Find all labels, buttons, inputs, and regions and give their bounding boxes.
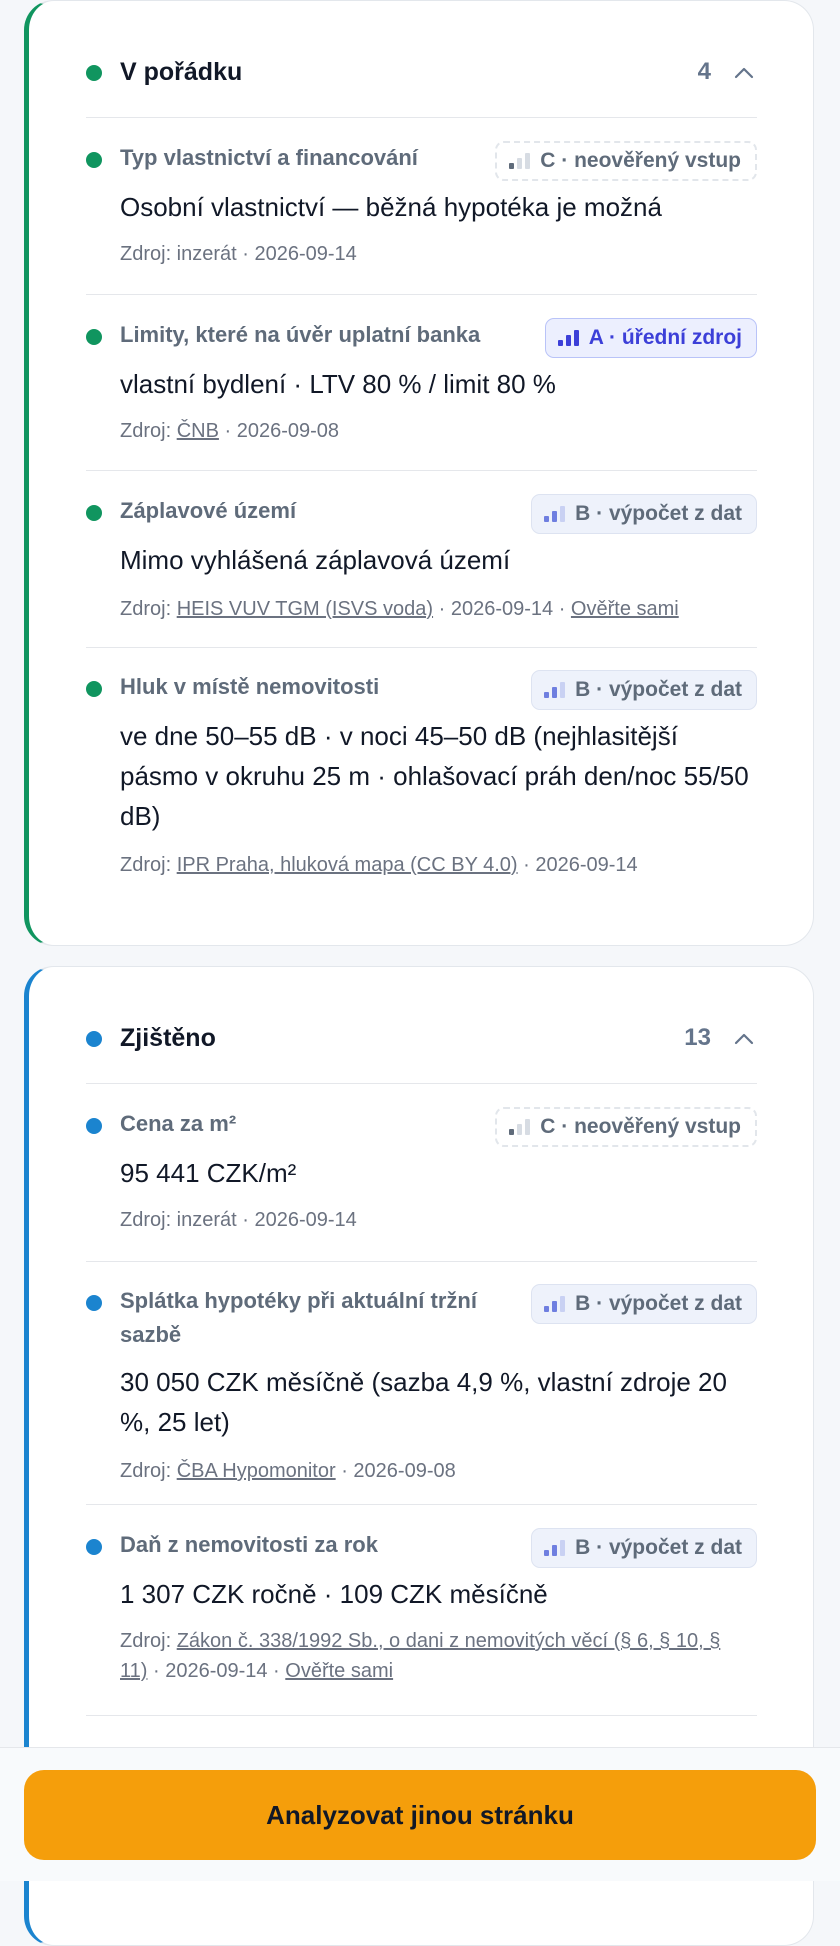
list-item: Záplavové území B · výpočet z dat Mimo v… bbox=[86, 494, 757, 624]
signal-bars-icon bbox=[544, 682, 566, 698]
item-source: Zdroj: IPR Praha, hluková mapa (CC BY 4.… bbox=[120, 850, 747, 880]
section-header[interactable]: Zjištěno 13 bbox=[86, 1011, 757, 1071]
confidence-badge: B · výpočet z dat bbox=[531, 670, 757, 710]
confidence-badge: A · úřední zdroj bbox=[544, 318, 757, 358]
confidence-badge: B · výpočet z dat bbox=[531, 1284, 757, 1324]
status-dot-ok bbox=[86, 681, 102, 697]
signal-bars-icon bbox=[544, 1540, 566, 1556]
source-text: Zdroj: bbox=[120, 1630, 177, 1652]
confidence-badge: B · výpočet z dat bbox=[531, 494, 757, 534]
badge-label: B · výpočet z dat bbox=[575, 502, 742, 525]
source-link[interactable]: ČNB bbox=[177, 420, 219, 442]
divider bbox=[86, 470, 757, 471]
item-source: Zdroj: ČNB · 2026-09-08 bbox=[120, 416, 747, 446]
item-value: vlastní bydlení · LTV 80 % / limit 80 % bbox=[120, 369, 556, 399]
item-value: Mimo vyhlášená záplavová území bbox=[120, 545, 511, 575]
item-label: Záplavové území bbox=[120, 498, 297, 523]
source-text: Zdroj: bbox=[120, 420, 177, 442]
source-text: Zdroj: bbox=[120, 854, 177, 876]
verify-link[interactable]: Ověřte sami bbox=[285, 1660, 393, 1682]
signal-bars-icon bbox=[509, 1119, 531, 1135]
source-text: Zdroj: inzerát · 2026-09-14 bbox=[120, 1209, 357, 1231]
item-value: ve dne 50–55 dB · v noci 45–50 dB (nejhl… bbox=[120, 721, 749, 831]
signal-bars-icon bbox=[544, 506, 566, 522]
section-count: 4 bbox=[697, 58, 711, 85]
source-text: Zdroj: bbox=[120, 598, 177, 620]
signal-bars-icon bbox=[509, 153, 531, 169]
item-source: Zdroj: inzerát · 2026-09-14 bbox=[120, 1205, 747, 1235]
section-title: Zjištěno bbox=[120, 1024, 216, 1052]
status-dot-found bbox=[86, 1031, 102, 1047]
status-dot-found bbox=[86, 1295, 102, 1311]
item-value: Osobní vlastnictví — běžná hypotéka je m… bbox=[120, 192, 662, 222]
section-title: V pořádku bbox=[120, 58, 243, 86]
badge-label: C · neověřený vstup bbox=[540, 1115, 741, 1138]
list-item: Hluk v místě nemovitosti B · výpočet z d… bbox=[86, 670, 757, 884]
item-value: 1 307 CZK ročně · 109 CZK měsíčně bbox=[120, 1579, 548, 1609]
status-dot-found bbox=[86, 1539, 102, 1555]
sticky-footer: Analyzovat jinou stránku bbox=[0, 1747, 840, 1881]
confidence-badge: C · neověřený vstup bbox=[495, 141, 757, 181]
status-dot-ok bbox=[86, 329, 102, 345]
item-label: Daň z nemovitosti za rok bbox=[120, 1532, 378, 1557]
chevron-up-icon[interactable] bbox=[733, 1028, 755, 1050]
source-date: · 2026-09-08 bbox=[335, 1460, 456, 1482]
divider bbox=[86, 647, 757, 648]
confidence-badge: C · neověřený vstup bbox=[495, 1107, 757, 1147]
item-value: 95 441 CZK/m² bbox=[120, 1158, 297, 1188]
source-date: · 2026-09-14 · bbox=[433, 598, 571, 620]
item-value: 30 050 CZK měsíčně (sazba 4,9 %, vlastní… bbox=[120, 1367, 727, 1437]
item-source: Zdroj: Zákon č. 338/1992 Sb., o dani z n… bbox=[120, 1626, 747, 1686]
analyze-another-page-button[interactable]: Analyzovat jinou stránku bbox=[24, 1770, 816, 1860]
source-text: Zdroj: inzerát · 2026-09-14 bbox=[120, 243, 357, 265]
section-count: 13 bbox=[684, 1024, 711, 1051]
badge-label: C · neověřený vstup bbox=[540, 149, 741, 172]
badge-label: A · úřední zdroj bbox=[588, 326, 742, 349]
divider bbox=[86, 117, 757, 118]
status-dot-ok bbox=[86, 505, 102, 521]
list-item: Cena za m² C · neověřený vstup 95 441 CZ… bbox=[86, 1107, 757, 1235]
divider bbox=[86, 1504, 757, 1505]
item-source: Zdroj: inzerát · 2026-09-14 bbox=[120, 239, 747, 269]
section-header[interactable]: V pořádku 4 bbox=[86, 45, 757, 105]
list-item: Typ vlastnictví a financování C · neověř… bbox=[86, 141, 757, 269]
source-text: Zdroj: bbox=[120, 1460, 177, 1482]
item-label: Hluk v místě nemovitosti bbox=[120, 674, 380, 699]
badge-label: B · výpočet z dat bbox=[575, 1292, 742, 1315]
status-dot-ok bbox=[86, 152, 102, 168]
divider bbox=[86, 1261, 757, 1262]
signal-bars-icon bbox=[557, 330, 579, 346]
item-label: Splátka hypotéky při aktuální tržní sazb… bbox=[120, 1288, 477, 1347]
source-link[interactable]: ČBA Hypomonitor bbox=[177, 1460, 336, 1482]
divider bbox=[86, 1083, 757, 1084]
source-date: · 2026-09-14 · bbox=[147, 1660, 286, 1682]
badge-label: B · výpočet z dat bbox=[575, 678, 742, 701]
source-date: · 2026-09-14 bbox=[517, 854, 638, 876]
section-ok: V pořádku 4 Typ vlastnictví a financován… bbox=[24, 0, 814, 946]
item-source: Zdroj: HEIS VUV TGM (ISVS voda) · 2026-0… bbox=[120, 594, 747, 624]
status-dot-ok bbox=[86, 65, 102, 81]
badge-label: B · výpočet z dat bbox=[575, 1536, 742, 1559]
item-source: Zdroj: ČBA Hypomonitor · 2026-09-08 bbox=[120, 1456, 747, 1486]
confidence-badge: B · výpočet z dat bbox=[531, 1528, 757, 1568]
chevron-up-icon[interactable] bbox=[733, 62, 755, 84]
signal-bars-icon bbox=[544, 1296, 566, 1312]
divider bbox=[86, 1715, 757, 1716]
source-link[interactable]: IPR Praha, hluková mapa (CC BY 4.0) bbox=[177, 854, 518, 876]
source-link[interactable]: HEIS VUV TGM (ISVS voda) bbox=[177, 598, 433, 620]
item-label: Limity, které na úvěr uplatní banka bbox=[120, 322, 481, 347]
verify-link[interactable]: Ověřte sami bbox=[571, 598, 679, 620]
list-item: Daň z nemovitosti za rok B · výpočet z d… bbox=[86, 1528, 757, 1698]
item-label: Typ vlastnictví a financování bbox=[120, 145, 418, 170]
list-item: Splátka hypotéky při aktuální tržní sazb… bbox=[86, 1284, 757, 1494]
source-date: · 2026-09-08 bbox=[218, 420, 339, 442]
item-label: Cena za m² bbox=[120, 1111, 237, 1136]
divider bbox=[86, 294, 757, 295]
list-item: Limity, které na úvěr uplatní banka A · … bbox=[86, 318, 757, 446]
status-dot-found bbox=[86, 1118, 102, 1134]
